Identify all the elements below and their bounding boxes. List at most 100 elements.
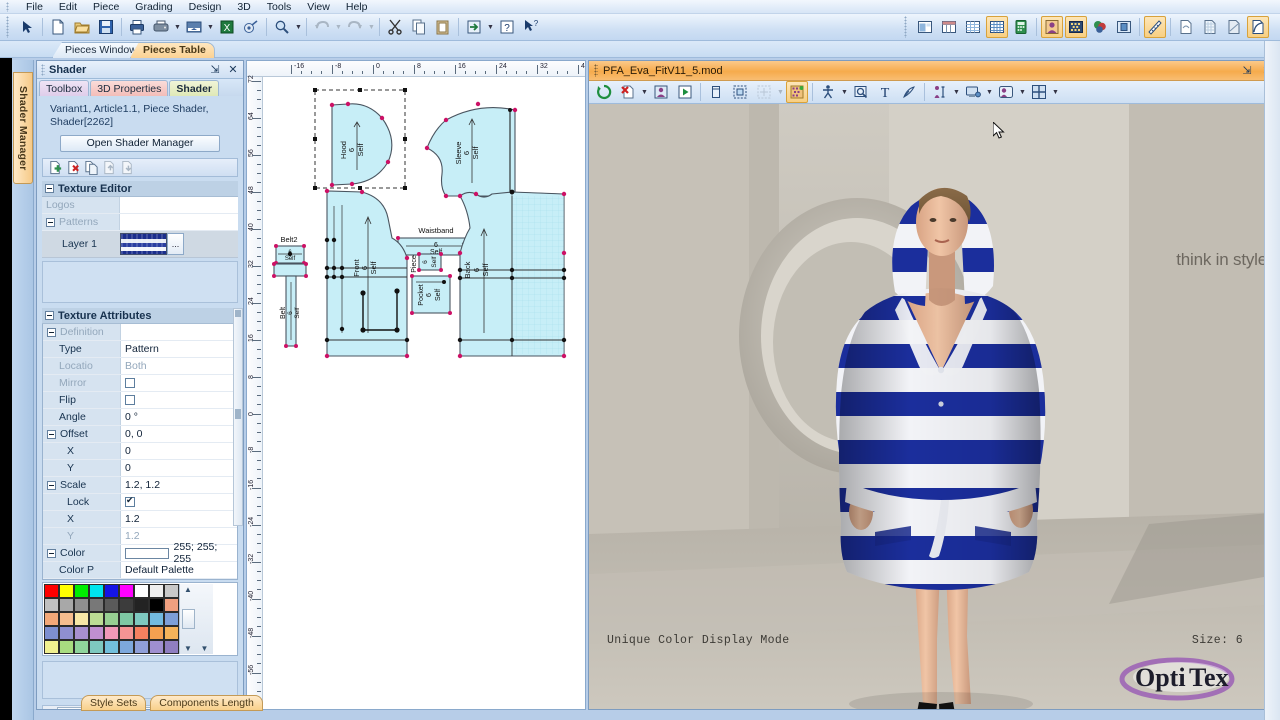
attr-value-offset-y[interactable]: 0 <box>121 460 237 476</box>
palette-swatch[interactable] <box>59 612 74 626</box>
palette-swatch[interactable] <box>134 626 149 640</box>
render-settings-button[interactable] <box>962 81 984 103</box>
attr-row-scale-x[interactable]: X 1.2 <box>43 511 237 528</box>
palette-swatch[interactable] <box>164 584 179 598</box>
menu-design[interactable]: Design <box>181 0 230 14</box>
export-button[interactable] <box>183 16 205 38</box>
zoom-region-button[interactable] <box>850 81 872 103</box>
fabric-button[interactable] <box>1065 16 1087 38</box>
menu-view[interactable]: View <box>299 0 338 14</box>
mesh-view-caret-icon[interactable]: ▼ <box>776 81 785 103</box>
attr-row-flip[interactable]: Flip <box>43 392 237 409</box>
palette-swatch[interactable] <box>149 584 164 598</box>
tab-components-length[interactable]: Components Length <box>150 695 263 711</box>
collapse-icon[interactable] <box>47 548 56 558</box>
pin-icon[interactable]: ⇲ <box>1241 64 1253 77</box>
pin-icon[interactable]: ⇲ <box>209 63 221 76</box>
lock-checkbox[interactable] <box>125 495 135 507</box>
flip-checkbox[interactable] <box>125 395 135 405</box>
attr-value-offset[interactable]: 0, 0 <box>121 426 237 442</box>
menu-tools[interactable]: Tools <box>259 0 300 14</box>
pattern-canvas[interactable]: Hood 6 Self Sleeve 6 Self Waistband 6 Se… <box>264 78 585 709</box>
front-view-button[interactable] <box>705 81 727 103</box>
scroll-thumb[interactable] <box>235 409 241 419</box>
render-settings-caret-icon[interactable]: ▼ <box>985 81 994 103</box>
attr-row-angle[interactable]: Angle 0 ° <box>43 409 237 426</box>
avatar-library-button[interactable] <box>995 81 1017 103</box>
palette-swatch[interactable] <box>89 598 104 612</box>
open-file-button[interactable] <box>71 16 93 38</box>
copy-button[interactable] <box>408 16 430 38</box>
mesh-view-button[interactable] <box>753 81 775 103</box>
attr-value-angle[interactable]: 0 ° <box>121 409 237 425</box>
attr-value-color-palette[interactable]: Default Palette <box>121 562 237 578</box>
palette-swatch[interactable] <box>134 612 149 626</box>
remove-cloth-button[interactable] <box>617 81 639 103</box>
hscroll-left-arrow-icon[interactable]: ◀ <box>43 709 57 710</box>
palette-scroll-down-icon[interactable]: ▼ <box>184 644 192 653</box>
palette-swatch[interactable] <box>44 584 59 598</box>
attr-row-lock[interactable]: Lock <box>43 494 237 511</box>
tab-3d-properties[interactable]: 3D Properties <box>90 80 169 96</box>
tab-shader[interactable]: Shader <box>169 80 220 96</box>
move-up-button[interactable] <box>102 160 118 176</box>
texture-row-logos[interactable]: Logos <box>42 197 238 214</box>
attributes-scrollbar[interactable] <box>233 308 243 526</box>
tab-toolbox[interactable]: Toolbox <box>39 80 90 96</box>
duplicate-texture-button[interactable] <box>84 160 100 176</box>
layer-shade-button[interactable] <box>1223 16 1245 38</box>
layer-more-button[interactable]: ... <box>167 233 184 255</box>
palette-swatch[interactable] <box>89 612 104 626</box>
avatar-library-caret-icon[interactable]: ▼ <box>1018 81 1027 103</box>
avatar-pose-button[interactable] <box>817 81 839 103</box>
palette-swatch[interactable] <box>104 626 119 640</box>
palette-swatch[interactable] <box>74 612 89 626</box>
autohide-tab-shader-manager[interactable]: Shader Manager <box>13 72 33 184</box>
play-simulation-button[interactable] <box>674 81 696 103</box>
open-shader-manager-button[interactable]: Open Shader Manager <box>60 135 220 152</box>
palette-swatch[interactable] <box>119 612 134 626</box>
texture-mode-button[interactable] <box>786 81 808 103</box>
palette-scroll-down-icon-2[interactable]: ▼ <box>201 644 209 653</box>
palette-swatch[interactable] <box>74 598 89 612</box>
attr-row-color-palette[interactable]: Color P Default Palette <box>43 562 237 579</box>
palette-scrollbar[interactable]: ▲ ▼ <box>179 584 196 654</box>
palette-swatch[interactable] <box>149 640 164 654</box>
new-file-button[interactable] <box>47 16 69 38</box>
attr-value-offset-x[interactable]: 0 <box>121 443 237 459</box>
palette-swatch[interactable] <box>44 612 59 626</box>
palette-swatch[interactable] <box>164 612 179 626</box>
texture-row-logos-value[interactable] <box>120 197 238 213</box>
palette-swatch[interactable] <box>59 626 74 640</box>
palette-swatch[interactable] <box>104 640 119 654</box>
palette-swatch[interactable] <box>164 598 179 612</box>
export-dropdown-caret-icon[interactable]: ▼ <box>206 16 215 38</box>
palette-scroll-up-icon[interactable]: ▲ <box>184 585 192 594</box>
cut-button[interactable] <box>384 16 406 38</box>
menu-help[interactable]: Help <box>338 0 376 14</box>
attr-row-offset-x[interactable]: X 0 <box>43 443 237 460</box>
reset-simulation-button[interactable] <box>593 81 615 103</box>
excel-export-button[interactable]: X <box>216 16 238 38</box>
collapse-icon[interactable] <box>45 311 54 320</box>
palette-swatch[interactable] <box>149 626 164 640</box>
avatar-measure-button[interactable] <box>929 81 951 103</box>
text-annotation-button[interactable]: T <box>874 81 896 103</box>
piece-info-button[interactable] <box>914 16 936 38</box>
remove-cloth-caret-icon[interactable]: ▼ <box>640 81 649 103</box>
palette-swatch[interactable] <box>59 598 74 612</box>
palette-swatch[interactable] <box>134 584 149 598</box>
palette-swatch[interactable] <box>89 640 104 654</box>
attr-row-color[interactable]: Color 255; 255; 255 <box>43 541 237 565</box>
layer-plain-button[interactable] <box>1175 16 1197 38</box>
attr-row-offset[interactable]: Offset 0, 0 <box>43 426 237 443</box>
attr-row-scale[interactable]: Scale 1.2, 1.2 <box>43 477 237 494</box>
attr-value-location[interactable]: Both <box>121 358 237 374</box>
import-dropdown-caret-icon[interactable]: ▼ <box>486 16 495 38</box>
pin-cloth-button[interactable] <box>898 81 920 103</box>
select-arrow-tool[interactable] <box>16 16 38 38</box>
zoom-button[interactable] <box>271 16 293 38</box>
dress-avatar-button[interactable] <box>650 81 672 103</box>
plot-button[interactable] <box>150 16 172 38</box>
attr-value-lock[interactable] <box>121 494 237 510</box>
